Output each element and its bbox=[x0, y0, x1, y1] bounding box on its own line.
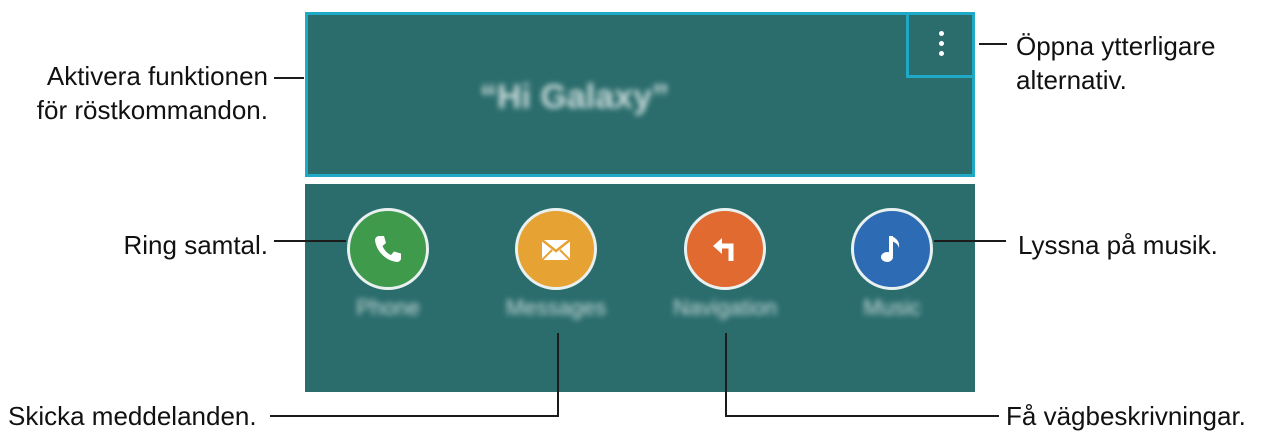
phone-button[interactable] bbox=[347, 208, 429, 290]
leader-line-call bbox=[274, 240, 346, 242]
leader-line-music bbox=[934, 240, 1006, 242]
leader-line-options bbox=[979, 43, 1007, 45]
music-button[interactable] bbox=[851, 208, 933, 290]
app-label-music: Music bbox=[863, 295, 921, 320]
callout-music: Lyssna på musik. bbox=[1018, 230, 1218, 260]
leader-line-messages-h bbox=[270, 415, 559, 417]
callout-activate-voice: Aktivera funktionen för röstkommandon. bbox=[37, 59, 268, 127]
leader-line-messages-v bbox=[557, 333, 559, 417]
callout-call: Ring samtal. bbox=[123, 230, 269, 260]
callout-more-options: Öppna ytterligare alternativ. bbox=[1016, 29, 1215, 97]
envelope-icon bbox=[541, 239, 571, 261]
more-vertical-icon[interactable] bbox=[917, 20, 965, 66]
app-label-messages: Messages bbox=[505, 295, 607, 320]
phone-icon bbox=[375, 236, 401, 262]
music-note-icon bbox=[881, 236, 900, 262]
callout-messages: Skicka meddelanden. bbox=[8, 401, 257, 431]
leader-line-directions-v bbox=[725, 333, 727, 417]
wake-phrase: “Hi Galaxy” bbox=[480, 78, 669, 116]
leader-line-activate bbox=[274, 77, 304, 79]
messages-button[interactable] bbox=[515, 208, 597, 290]
app-label-phone: Phone bbox=[356, 295, 420, 320]
callout-activate-line2: för röstkommandon. bbox=[36, 95, 268, 125]
turn-left-arrow-icon bbox=[713, 238, 734, 261]
navigation-button[interactable] bbox=[684, 208, 766, 290]
callout-options-line1: Öppna ytterligare bbox=[1016, 31, 1216, 61]
callout-options-line2: alternativ. bbox=[1016, 65, 1127, 95]
callout-activate-line1: Aktivera funktionen bbox=[46, 61, 268, 91]
app-label-navigation: Navigation bbox=[673, 295, 777, 320]
leader-line-directions-h bbox=[725, 415, 999, 417]
callout-directions: Få vägbeskrivningar. bbox=[1006, 401, 1246, 431]
